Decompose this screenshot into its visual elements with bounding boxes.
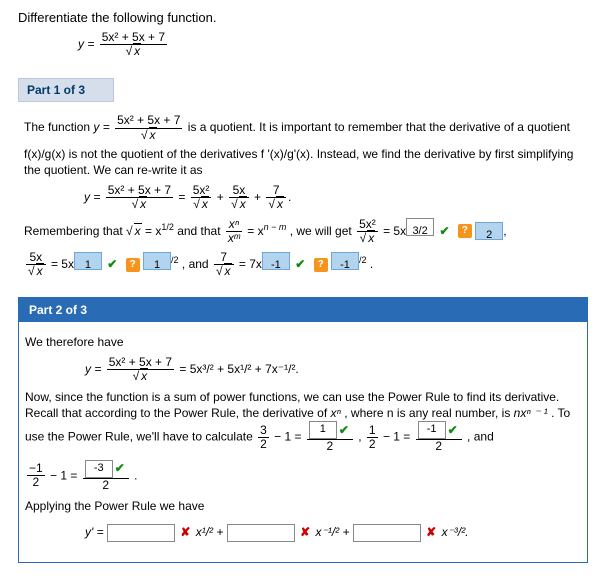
result-equation: y = 5x² + 5x + 7x = 5x³/² + 5x¹/² + 7x⁻¹…	[85, 356, 581, 383]
prompt-text: Differentiate the following function.	[18, 10, 588, 25]
hint-box-1[interactable]: 2	[475, 222, 503, 240]
help-icon[interactable]: ?	[126, 258, 140, 272]
part1-line2: f(x)/g(x) is not the quotient of the der…	[24, 146, 582, 178]
problem-equation: y = 5x² + 5x + 7 x	[78, 31, 588, 58]
apply-text: Applying the Power Rule we have	[25, 498, 581, 514]
part1-line1: The function y = 5x² + 5x + 7 x is a quo…	[24, 114, 582, 141]
check-icon: ✔	[115, 461, 125, 475]
calc3-num-input[interactable]: -3	[85, 460, 113, 478]
hint-box-3[interactable]: -1	[331, 252, 359, 270]
calc3-row: −12 − 1 = -3✔2 .	[25, 460, 581, 492]
hint-box-2[interactable]: 1	[143, 252, 171, 270]
answer-input-1[interactable]: 3/2	[406, 218, 434, 236]
calc2-num-input[interactable]: -1	[418, 421, 446, 439]
part-1-header: Part 1 of 3	[18, 78, 114, 102]
power-rule-explain: Now, since the function is a sum of powe…	[25, 389, 581, 454]
check-icon: ✔	[448, 423, 458, 437]
answer-input-2[interactable]: 1	[74, 252, 102, 270]
yprime-input-1[interactable]	[107, 524, 175, 542]
simplify-line-2: 5xx = 5x1 ✔ ? 1/2 , and 7x = 7x-1 ✔ ? -1…	[24, 251, 582, 279]
problem-prompt: Differentiate the following function. y …	[18, 10, 588, 58]
part-1: Part 1 of 3 The function y = 5x² + 5x + …	[18, 78, 588, 296]
cross-icon: ✘	[180, 525, 190, 539]
part2-line1: We therefore have	[25, 334, 581, 350]
help-icon[interactable]: ?	[458, 224, 472, 238]
cross-icon: ✘	[300, 525, 310, 539]
remember-line: Remembering that x = x1/2 and that xⁿxᵐ …	[24, 218, 582, 246]
calc1-num-input[interactable]: 1	[309, 421, 337, 439]
cross-icon: ✘	[426, 525, 436, 539]
check-icon: ✔	[339, 423, 349, 437]
yprime-row: y' = ✘ x¹/² + ✘ x⁻¹/² + ✘ x⁻³/².	[85, 520, 581, 544]
rewrite-equation: y = 5x² + 5x + 7x = 5x²x + 5xx + 7x.	[84, 184, 582, 211]
yprime-input-3[interactable]	[353, 524, 421, 542]
check-icon: ✔	[107, 257, 117, 271]
check-icon: ✔	[295, 257, 305, 271]
help-icon[interactable]: ?	[314, 258, 328, 272]
part-2: Part 2 of 3 We therefore have y = 5x² + …	[18, 297, 588, 564]
answer-input-3[interactable]: -1	[262, 252, 290, 270]
check-icon: ✔	[439, 224, 449, 238]
part-2-header: Part 2 of 3	[19, 298, 587, 322]
yprime-input-2[interactable]	[227, 524, 295, 542]
